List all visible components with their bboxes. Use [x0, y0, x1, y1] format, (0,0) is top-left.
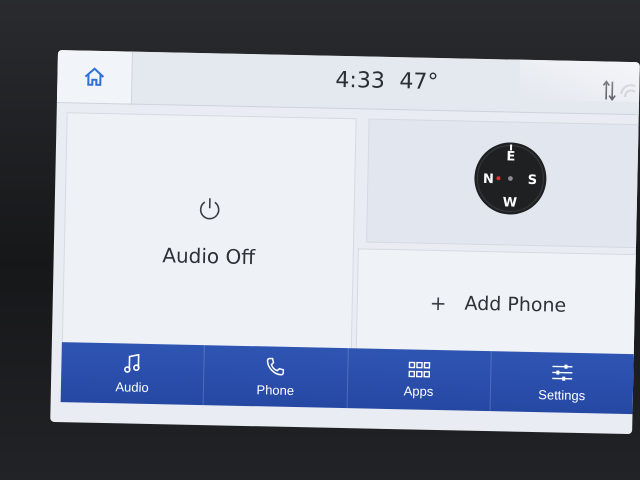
compass-tile: E S W N [366, 118, 640, 249]
nav-phone-button[interactable]: Phone [203, 345, 349, 409]
home-button[interactable] [56, 50, 133, 104]
nav-phone-label: Phone [256, 381, 295, 398]
nav-apps-button[interactable]: Apps [347, 348, 492, 412]
audio-status-label: Audio Off [162, 243, 256, 270]
audio-tile[interactable]: Audio Off [61, 112, 357, 353]
compass-letter-n: N [483, 172, 494, 187]
bottom-nav-bar: Audio Phone Apps Settings [60, 342, 634, 415]
screen-glare [519, 59, 640, 103]
add-phone-label: Add Phone [464, 292, 567, 317]
power-icon [199, 198, 220, 220]
nav-settings-label: Settings [538, 386, 586, 403]
compass-letter-w: W [503, 195, 518, 210]
plus-icon: + [429, 290, 447, 316]
nav-apps-label: Apps [403, 382, 434, 399]
nav-audio-button[interactable]: Audio [60, 342, 206, 406]
home-icon [84, 67, 105, 86]
infotainment-screen: 4:33 47° Audio Off E S W N + Add Phone A… [50, 50, 640, 435]
compass-icon: E S W N [474, 142, 547, 215]
clock: 4:33 [335, 67, 386, 94]
apps-grid-icon [408, 361, 430, 378]
compass-letter-s: S [528, 173, 538, 188]
music-note-icon [124, 353, 140, 373]
phone-icon [267, 357, 285, 376]
add-phone-tile[interactable]: + Add Phone [355, 248, 638, 357]
nav-audio-label: Audio [115, 378, 149, 395]
nav-settings-button[interactable]: Settings [490, 351, 633, 414]
compass-letter-e: E [506, 149, 515, 164]
sliders-icon [552, 364, 573, 381]
outside-temperature: 47° [399, 69, 439, 95]
